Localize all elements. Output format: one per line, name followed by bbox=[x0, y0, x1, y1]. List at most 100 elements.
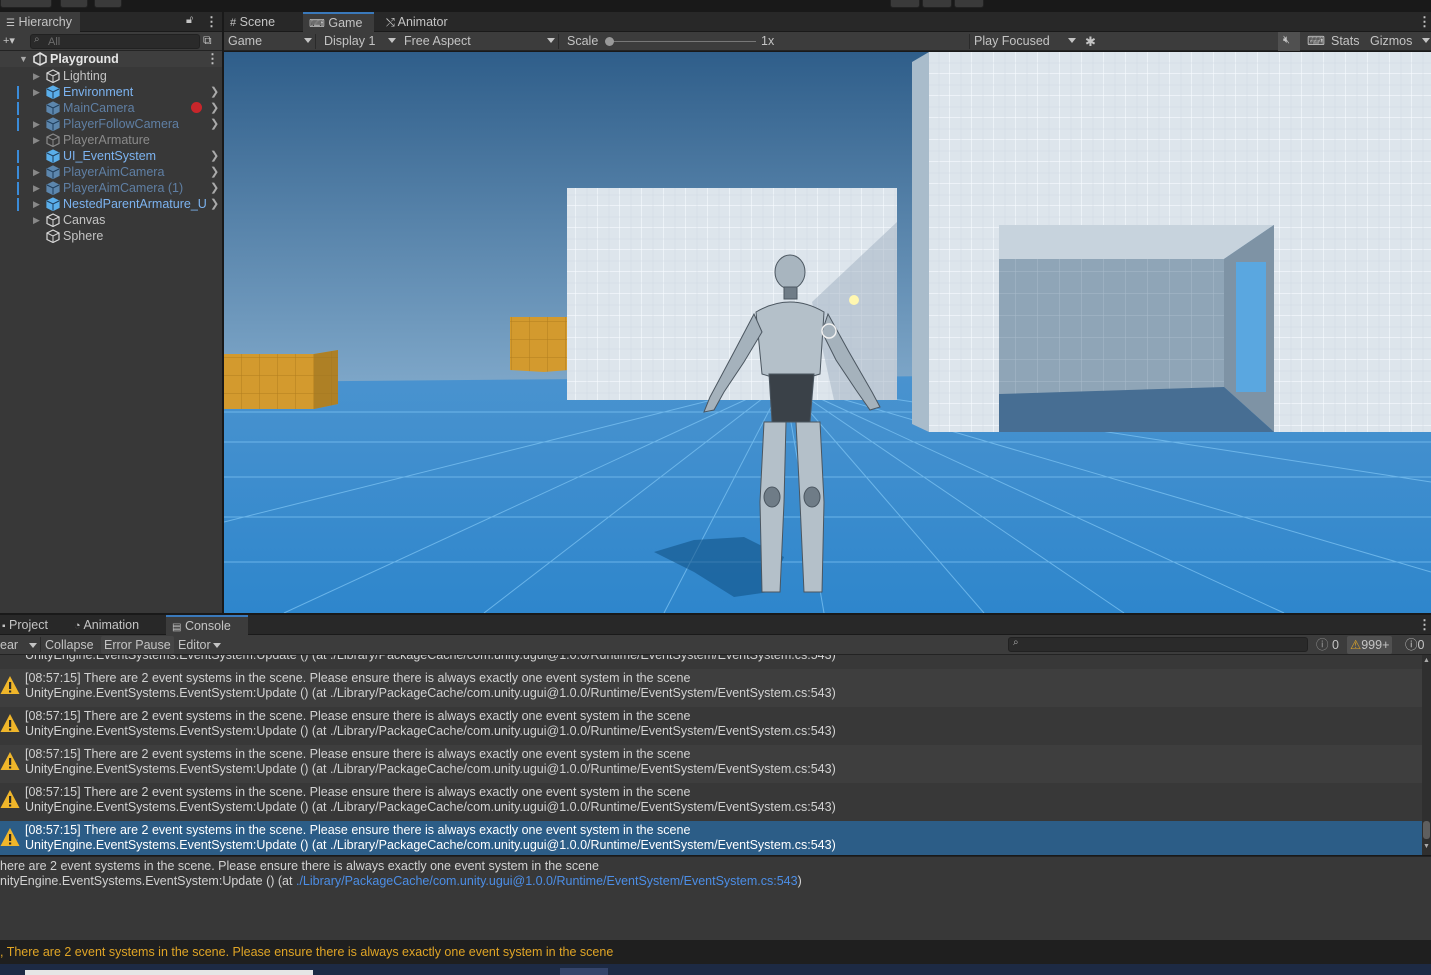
hierarchy-item[interactable]: ▶ Canvas bbox=[0, 212, 222, 228]
expand-arrow-icon[interactable]: ▶ bbox=[33, 132, 40, 148]
bug-icon[interactable]: ✱ bbox=[1085, 32, 1096, 51]
chevron-right-icon[interactable]: ❯ bbox=[210, 116, 219, 132]
game-viewport[interactable] bbox=[224, 52, 1431, 613]
chevron-right-icon[interactable]: ❯ bbox=[210, 148, 219, 164]
log-message: [08:57:15] There are 2 event systems in … bbox=[25, 823, 691, 837]
hierarchy-item[interactable]: MainCamera ❯ bbox=[0, 100, 222, 116]
editor-dropdown-icon[interactable] bbox=[213, 643, 221, 648]
hierarchy-item[interactable]: ▶ PlayerArmature bbox=[0, 132, 222, 148]
hierarchy-item[interactable]: ▶ NestedParentArmature_U ❯ bbox=[0, 196, 222, 212]
hierarchy-search-input[interactable]: ⌕ All bbox=[30, 34, 200, 49]
log-entry[interactable]: [08:57:15] There are 2 event systems in … bbox=[0, 707, 1422, 745]
hierarchy-item[interactable]: UI_EventSystem ❯ bbox=[0, 148, 222, 164]
lock-icon[interactable]: 🔓︎ bbox=[186, 14, 193, 27]
expand-arrow-icon[interactable]: ▶ bbox=[33, 84, 40, 100]
chevron-right-icon[interactable]: ❯ bbox=[210, 180, 219, 196]
tab-project[interactable]: ▪ Project bbox=[0, 615, 54, 635]
clear-button[interactable]: ear bbox=[0, 635, 18, 655]
log-entry[interactable]: [08:57:15] There are 2 event systems in … bbox=[0, 745, 1422, 783]
detail-stacktrace: nityEngine.EventSystems.EventSystem:Upda… bbox=[0, 874, 802, 888]
taskbar-item[interactable] bbox=[560, 968, 608, 975]
status-bar[interactable]: , There are 2 event systems in the scene… bbox=[0, 940, 1431, 964]
taskbar-strip bbox=[0, 964, 1431, 975]
console-kebab-icon[interactable]: ⋮ bbox=[1418, 617, 1431, 633]
kebab-menu-icon[interactable]: ⋮ bbox=[205, 14, 218, 30]
collab-button[interactable] bbox=[94, 0, 122, 8]
expand-arrow-icon[interactable]: ▶ bbox=[33, 180, 40, 196]
account-button[interactable] bbox=[0, 0, 52, 8]
hierarchy-item-label: PlayerFollowCamera bbox=[63, 117, 180, 131]
collapse-toggle[interactable]: Collapse bbox=[45, 635, 94, 655]
warning-filter-toggle[interactable]: ⚠999+ bbox=[1347, 636, 1393, 654]
expand-arrow-icon[interactable]: ▶ bbox=[33, 164, 40, 180]
expand-arrow-icon[interactable]: ▶ bbox=[33, 68, 40, 84]
scroll-down-icon[interactable]: ▼ bbox=[1423, 843, 1430, 850]
tab-animation[interactable]: ◔ Animation bbox=[68, 615, 145, 635]
hierarchy-item-label: UI_EventSystem bbox=[63, 149, 157, 163]
game-mode-dropdown[interactable]: Game bbox=[228, 32, 312, 51]
hierarchy-item[interactable]: Sphere bbox=[0, 228, 222, 244]
gizmos-dropdown-icon[interactable] bbox=[1422, 38, 1430, 43]
tab-game[interactable]: ⌨︎ Game bbox=[303, 12, 374, 32]
scrollbar-thumb[interactable] bbox=[1423, 821, 1430, 839]
pause-button[interactable] bbox=[922, 0, 952, 8]
editor-dropdown[interactable]: Editor bbox=[178, 635, 211, 655]
console-icon: ▤ bbox=[172, 622, 182, 633]
console-search-input[interactable]: ⌕ bbox=[1008, 637, 1308, 652]
hierarchy-item[interactable]: ▶ PlayerFollowCamera ❯ bbox=[0, 116, 222, 132]
play-mode-dropdown[interactable]: Play Focused bbox=[974, 32, 1078, 51]
cloud-button[interactable] bbox=[60, 0, 88, 8]
scale-slider-handle[interactable] bbox=[605, 37, 614, 46]
prefab-cube-icon bbox=[46, 149, 60, 164]
chevron-right-icon[interactable]: ❯ bbox=[210, 196, 219, 212]
expand-arrow-icon[interactable]: ▶ bbox=[33, 212, 40, 228]
log-entry-selected[interactable]: [08:57:15] There are 2 event systems in … bbox=[0, 821, 1422, 855]
display-dropdown[interactable]: Display 1 bbox=[324, 32, 398, 51]
hierarchy-item[interactable]: ▶ Environment ❯ bbox=[0, 84, 222, 100]
tab-console[interactable]: ▤ Console bbox=[166, 615, 248, 635]
hierarchy-item[interactable]: ▶ Lighting bbox=[0, 68, 222, 84]
prefab-cube-icon bbox=[46, 117, 60, 132]
scene-row[interactable]: ▼ Playground ⋮ bbox=[0, 51, 222, 67]
stats-button[interactable]: Stats bbox=[1331, 32, 1360, 51]
shortcuts-icon[interactable]: ⌨︎ bbox=[1307, 32, 1325, 51]
log-entry[interactable]: [08:57:15] There are 2 event systems in … bbox=[0, 669, 1422, 707]
create-dropdown-icon[interactable]: +▾ bbox=[3, 34, 15, 47]
expand-arrow-icon[interactable]: ▼ bbox=[19, 51, 28, 67]
scale-slider-track[interactable] bbox=[608, 41, 756, 42]
warning-icon bbox=[0, 789, 20, 809]
error-filter-toggle[interactable]: ⓘ0 bbox=[1402, 636, 1428, 654]
aspect-dropdown[interactable]: Free Aspect bbox=[404, 32, 556, 51]
tab-hierarchy[interactable]: ☰ Hierarchy bbox=[0, 12, 80, 32]
chevron-right-icon[interactable]: ❯ bbox=[210, 100, 219, 116]
chevron-right-icon[interactable]: ❯ bbox=[210, 84, 219, 100]
expand-arrow-icon[interactable]: ▶ bbox=[33, 196, 40, 212]
console-scrollbar[interactable]: ▲ ▼ bbox=[1422, 655, 1431, 855]
hierarchy-item[interactable]: ▶ PlayerAimCamera ❯ bbox=[0, 164, 222, 180]
log-filter-toggle[interactable]: ⓘ 0 bbox=[1313, 636, 1342, 654]
step-button[interactable] bbox=[954, 0, 984, 8]
stacktrace-link[interactable]: ./Library/PackageCache/com.unity.ugui@1.… bbox=[296, 874, 798, 888]
play-button[interactable] bbox=[890, 0, 920, 8]
view-kebab-icon[interactable]: ⋮ bbox=[1418, 14, 1431, 30]
log-entry[interactable]: [08:57:15] There are 2 event systems in … bbox=[0, 783, 1422, 821]
console-detail-pane: here are 2 event systems in the scene. P… bbox=[0, 856, 1431, 940]
warning-icon bbox=[0, 675, 20, 695]
clear-dropdown-icon[interactable] bbox=[29, 643, 37, 648]
search-filter-icon[interactable]: ⧉ bbox=[203, 33, 212, 48]
expand-arrow-icon[interactable]: ▶ bbox=[33, 116, 40, 132]
error-pause-toggle[interactable]: Error Pause bbox=[101, 636, 174, 654]
log-entry-partial[interactable]: UnityEngine.EventSystems.EventSystem:Upd… bbox=[0, 655, 1422, 669]
scene-kebab-icon[interactable]: ⋮ bbox=[206, 51, 219, 67]
gizmos-button[interactable]: Gizmos bbox=[1370, 32, 1412, 51]
hierarchy-item[interactable]: ▶ PlayerAimCamera (1) ❯ bbox=[0, 180, 222, 196]
chevron-right-icon[interactable]: ❯ bbox=[210, 164, 219, 180]
prefab-override-bar bbox=[17, 166, 19, 179]
tab-animator[interactable]: ⤭ Animator bbox=[380, 12, 454, 32]
console-log-list[interactable]: UnityEngine.EventSystems.EventSystem:Upd… bbox=[0, 655, 1422, 855]
unity-scene-icon bbox=[33, 52, 47, 66]
mute-audio-icon[interactable]: 🔇︎ bbox=[1278, 32, 1300, 51]
tab-scene[interactable]: # Scene bbox=[224, 12, 281, 32]
scroll-up-icon[interactable]: ▲ bbox=[1423, 657, 1430, 664]
gameobject-cube-icon bbox=[46, 133, 60, 148]
